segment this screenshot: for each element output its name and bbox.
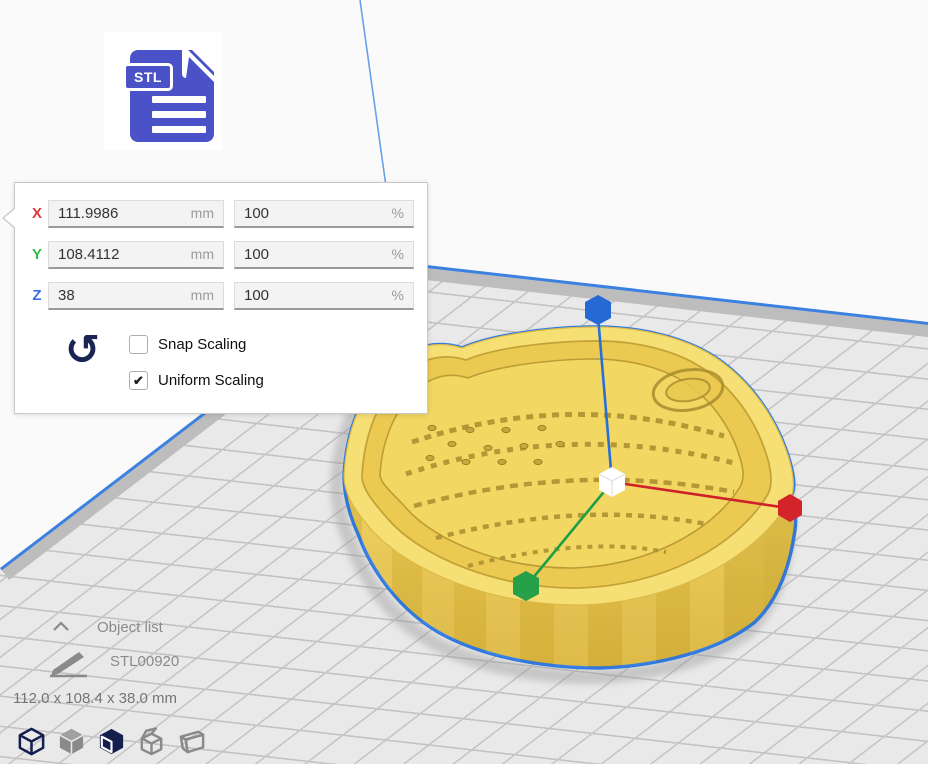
chevron-up-icon (52, 621, 70, 633)
x-size-input[interactable]: 111.9986 mm (48, 200, 224, 228)
percent-unit: % (392, 242, 404, 267)
view-top-icon[interactable] (96, 726, 127, 757)
x-percent-input[interactable]: 100 % (234, 200, 414, 228)
percent-unit: % (392, 283, 404, 308)
view-3d-icon[interactable] (16, 726, 47, 757)
check-icon: ✔ (133, 373, 144, 388)
uniform-scaling-checkbox[interactable]: ✔ (129, 371, 148, 390)
view-right-icon[interactable] (176, 726, 207, 757)
stl-badge: STL (123, 63, 173, 91)
snap-scaling-checkbox[interactable] (129, 335, 148, 354)
snap-scaling-label: Snap Scaling (158, 336, 246, 353)
camera-view-toolbar (16, 726, 207, 757)
document-text-line (152, 126, 206, 133)
reset-scale-icon[interactable]: ↺ (65, 329, 100, 371)
x-axis-label: X (29, 200, 45, 228)
view-left-icon[interactable] (136, 726, 167, 757)
uniform-scaling-label: Uniform Scaling (158, 372, 264, 389)
object-dimensions: 112.0 x 108.4 x 38.0 mm (13, 690, 177, 707)
z-axis-label: Z (29, 282, 45, 310)
view-front-icon[interactable] (56, 726, 87, 757)
y-size-input[interactable]: 108.4112 mm (48, 241, 224, 269)
object-list-title: Object list (97, 619, 163, 636)
mm-unit: mm (191, 201, 214, 226)
percent-unit: % (392, 201, 404, 226)
y-percent-input[interactable]: 100 % (234, 241, 414, 269)
scale-tool-panel: X 111.9986 mm 100 % Y 108.4112 mm 100 % … (14, 182, 428, 414)
y-axis-label: Y (29, 241, 45, 269)
pencil-icon (48, 646, 90, 678)
object-list-item[interactable]: STL00920 (110, 653, 179, 670)
stl-document-icon: STL (130, 50, 214, 142)
document-text-line (152, 96, 206, 103)
document-text-line (152, 111, 206, 118)
mm-unit: mm (191, 242, 214, 267)
stl-file-thumbnail: STL (104, 32, 222, 150)
z-size-input[interactable]: 38 mm (48, 282, 224, 310)
z-percent-input[interactable]: 100 % (234, 282, 414, 310)
scale-row-z: Z 38 mm 100 % (15, 282, 427, 310)
scale-row-x: X 111.9986 mm 100 % (15, 200, 427, 228)
mm-unit: mm (191, 283, 214, 308)
scale-row-y: Y 108.4112 mm 100 % (15, 241, 427, 269)
